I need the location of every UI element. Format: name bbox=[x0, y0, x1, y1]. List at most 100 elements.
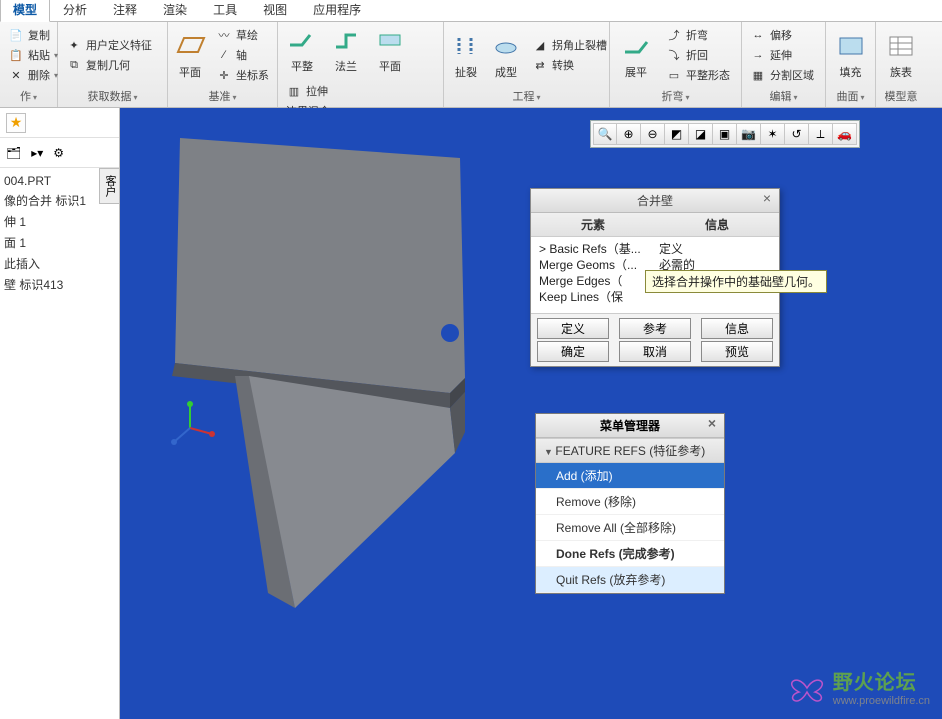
offset-button[interactable]: ↔偏移 bbox=[748, 26, 816, 44]
row-val: 定义 bbox=[659, 241, 683, 257]
cancel-button[interactable]: 取消 bbox=[619, 341, 691, 362]
tab-app[interactable]: 应用程序 bbox=[300, 0, 374, 22]
saved-view-button[interactable]: ▣ bbox=[713, 123, 737, 145]
tab-annotate[interactable]: 注释 bbox=[100, 0, 150, 22]
copygeom-button[interactable]: ⧉复制几何 bbox=[64, 56, 154, 74]
rip-button[interactable]: 扯裂 bbox=[450, 30, 482, 80]
flat-icon bbox=[286, 24, 318, 56]
group-label-intent: 模型意 bbox=[882, 86, 920, 107]
tree-item[interactable]: 壁 标识413 bbox=[4, 274, 115, 295]
delete-label: 删除 bbox=[28, 67, 50, 83]
ribbon-group-surface: 填充 曲面 bbox=[826, 22, 876, 107]
flatten-button[interactable]: 展平 bbox=[616, 30, 656, 80]
flat-label: 平整 bbox=[291, 58, 313, 74]
dialog-buttons: 定义 确定 参考 取消 信息 预览 bbox=[531, 313, 779, 366]
close-icon[interactable]: × bbox=[759, 191, 775, 207]
bend-label: 折弯 bbox=[686, 27, 708, 43]
zoom-in-button[interactable]: ⊕ bbox=[617, 123, 641, 145]
csys-button[interactable]: ✛坐标系 bbox=[214, 66, 271, 84]
flange-button[interactable]: 法兰 bbox=[328, 24, 364, 74]
corner-label: 拐角止裂槽 bbox=[552, 37, 607, 53]
close-icon[interactable]: × bbox=[704, 416, 720, 432]
planar-icon bbox=[374, 24, 406, 56]
delete-icon: ✕ bbox=[8, 67, 24, 83]
form-button[interactable]: 成型 bbox=[490, 30, 522, 80]
tree-icon[interactable]: 🗂 bbox=[6, 146, 21, 160]
row-key[interactable]: > Basic Refs（基... bbox=[539, 241, 659, 257]
row-key[interactable]: Merge Edges（ bbox=[539, 273, 659, 289]
star-icon[interactable]: ★ bbox=[6, 113, 26, 133]
extrude-button[interactable]: ▥拉伸 bbox=[284, 82, 332, 100]
extrude-icon: ▥ bbox=[286, 83, 302, 99]
watermark: 野火论坛 www.proewildfire.cn bbox=[787, 666, 930, 707]
side-tab-customer[interactable]: 客户 bbox=[99, 168, 120, 204]
tree-item[interactable]: 此插入 bbox=[4, 253, 115, 274]
group-label-ops: 作 bbox=[6, 86, 51, 107]
filter-icon[interactable]: ⚙ bbox=[53, 146, 64, 160]
ribbon-group-shape: 平整 法兰 平面 ▥拉伸 边界混合 形状 bbox=[278, 22, 444, 107]
split-button[interactable]: ▦分割区域 bbox=[748, 66, 816, 84]
copy-icon: 📄 bbox=[8, 27, 24, 43]
group-label-eng: 工程 bbox=[450, 86, 603, 107]
udf-button[interactable]: ✦用户定义特征 bbox=[64, 36, 154, 54]
left-toolbar1: ★ bbox=[0, 108, 119, 138]
info-button[interactable]: 信息 bbox=[701, 318, 773, 339]
menu-item-done[interactable]: Done Refs (完成参考) bbox=[536, 541, 724, 567]
tab-analysis[interactable]: 分析 bbox=[50, 0, 100, 22]
bend-button[interactable]: ⤴折弯 bbox=[664, 26, 732, 44]
orient-button[interactable]: ◪ bbox=[689, 123, 713, 145]
copy-button[interactable]: 📄复制 bbox=[6, 26, 60, 44]
row-key[interactable]: Merge Geoms（... bbox=[539, 257, 659, 273]
sketch-button[interactable]: 〰草绘 bbox=[214, 26, 271, 44]
preview-button[interactable]: 预览 bbox=[701, 341, 773, 362]
menu-item-quit[interactable]: Quit Refs (放弃参考) bbox=[536, 567, 724, 593]
delete-button[interactable]: ✕删除▾ bbox=[6, 66, 60, 84]
sketch-icon: 〰 bbox=[216, 27, 232, 43]
convert-button[interactable]: ⇄转换 bbox=[530, 56, 609, 74]
tab-model[interactable]: 模型 bbox=[0, 0, 50, 22]
refs-button[interactable]: 参考 bbox=[619, 318, 691, 339]
family-button[interactable]: 族表 bbox=[882, 30, 920, 80]
define-button[interactable]: 定义 bbox=[537, 318, 609, 339]
perspective-button[interactable]: ⟂ bbox=[809, 123, 833, 145]
ok-button[interactable]: 确定 bbox=[537, 341, 609, 362]
paste-button[interactable]: 📋粘贴▾ bbox=[6, 46, 60, 64]
flatform-button[interactable]: ▭平整形态 bbox=[664, 66, 732, 84]
tab-view[interactable]: 视图 bbox=[250, 0, 300, 22]
tab-render[interactable]: 渲染 bbox=[150, 0, 200, 22]
tree-item[interactable]: 面 1 bbox=[4, 232, 115, 253]
3d-viewport[interactable]: 🔍 ⊕ ⊖ ◩ ◪ ▣ 📷 ✶ ↺ ⟂ 🚗 合并壁 × 元素 信息 > Basi… bbox=[120, 108, 942, 719]
screenshot-button[interactable]: 📷 bbox=[737, 123, 761, 145]
menu-section-head[interactable]: FEATURE REFS (特征参考) bbox=[536, 438, 724, 463]
tree-item[interactable]: 伸 1 bbox=[4, 211, 115, 232]
udf-label: 用户定义特征 bbox=[86, 37, 152, 53]
model-render bbox=[120, 108, 540, 628]
axis-button[interactable]: ∕轴 bbox=[214, 46, 271, 64]
zoom-out-button[interactable]: ⊖ bbox=[641, 123, 665, 145]
row-key[interactable]: Keep Lines（保 bbox=[539, 289, 659, 305]
extend-button[interactable]: →延伸 bbox=[748, 46, 816, 64]
menu-item-add[interactable]: Add (添加) bbox=[536, 463, 724, 489]
refit-button[interactable]: ◩ bbox=[665, 123, 689, 145]
plane-button[interactable]: 平面 bbox=[174, 30, 206, 80]
settings-dd[interactable]: ▸▾ bbox=[31, 146, 43, 160]
group-label-datum: 基准 bbox=[174, 86, 271, 107]
unbend-label: 折回 bbox=[686, 47, 708, 63]
flat-button[interactable]: 平整 bbox=[284, 24, 320, 74]
flatten-icon bbox=[620, 30, 652, 62]
corner-icon: ◢ bbox=[532, 37, 548, 53]
unbend-button[interactable]: ⤵折回 bbox=[664, 46, 732, 64]
planar-button[interactable]: 平面 bbox=[372, 24, 408, 74]
menu-item-remove[interactable]: Remove (移除) bbox=[536, 489, 724, 515]
display-style-button[interactable]: ✶ bbox=[761, 123, 785, 145]
zoom-fit-button[interactable]: 🔍 bbox=[593, 123, 617, 145]
corner-relief-button[interactable]: ◢拐角止裂槽 bbox=[530, 36, 609, 54]
menu-item-remove-all[interactable]: Remove All (全部移除) bbox=[536, 515, 724, 541]
convert-label: 转换 bbox=[552, 57, 574, 73]
axis-label: 轴 bbox=[236, 47, 247, 63]
spin-button[interactable]: ↺ bbox=[785, 123, 809, 145]
ribbon-group-eng: 扯裂 成型 ◢拐角止裂槽 ⇄转换 工程 bbox=[444, 22, 610, 107]
tab-tools[interactable]: 工具 bbox=[200, 0, 250, 22]
fill-button[interactable]: 填充 bbox=[832, 30, 869, 80]
car-icon-button[interactable]: 🚗 bbox=[833, 123, 857, 145]
